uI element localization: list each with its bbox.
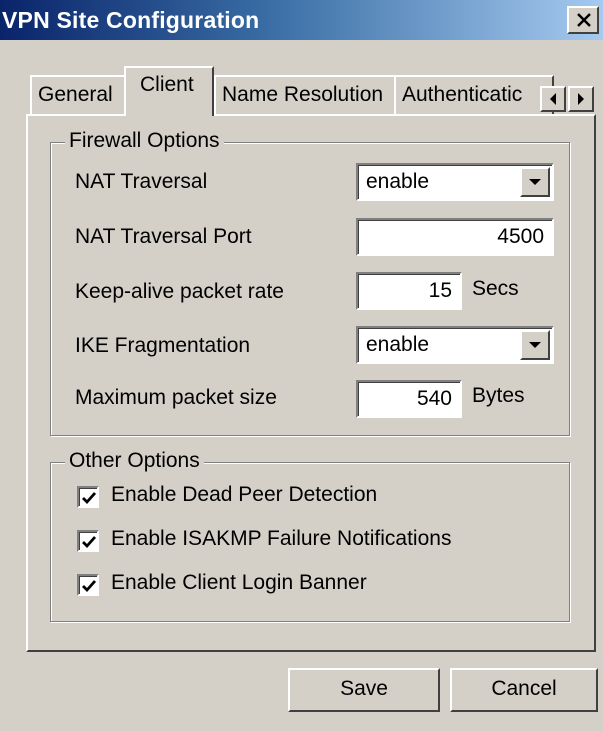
firewall-options-title: Firewall Options bbox=[65, 129, 224, 153]
keepalive-rate-input[interactable]: 15 bbox=[356, 272, 462, 310]
save-button[interactable]: Save bbox=[288, 668, 440, 712]
tab-scroll-right-button[interactable] bbox=[568, 86, 594, 112]
max-packet-size-input[interactable]: 540 bbox=[356, 380, 462, 418]
close-button[interactable] bbox=[567, 6, 599, 34]
keepalive-unit: Secs bbox=[472, 277, 519, 300]
client-login-banner-label: Enable Client Login Banner bbox=[111, 571, 367, 594]
max-packet-size-unit: Bytes bbox=[472, 384, 525, 407]
tab-general[interactable]: General bbox=[30, 75, 126, 115]
max-packet-size-label: Maximum packet size bbox=[75, 386, 277, 409]
ike-fragmentation-select[interactable]: enable bbox=[356, 326, 554, 364]
keepalive-rate-label: Keep-alive packet rate bbox=[75, 280, 284, 303]
close-icon bbox=[577, 13, 591, 27]
nat-traversal-dropdown-button[interactable] bbox=[520, 167, 550, 197]
tab-client-label: Client bbox=[140, 73, 194, 96]
tab-name-resolution[interactable]: Name Resolution bbox=[214, 75, 396, 115]
checkmark-icon bbox=[82, 580, 97, 593]
tab-scroll-left-button[interactable] bbox=[540, 86, 566, 112]
checkmark-icon bbox=[82, 536, 97, 549]
isakmp-failure-notifications-checkbox[interactable] bbox=[77, 530, 99, 552]
max-packet-size-value: 540 bbox=[416, 387, 452, 410]
dropdown-arrow-icon bbox=[529, 342, 541, 348]
vpn-config-dialog: VPN Site Configuration General Client Na… bbox=[0, 0, 603, 731]
tab-client[interactable]: Client bbox=[124, 66, 214, 116]
cancel-button[interactable]: Cancel bbox=[450, 668, 598, 712]
nat-traversal-port-input[interactable]: 4500 bbox=[356, 218, 554, 256]
nat-traversal-port-value: 4500 bbox=[497, 225, 544, 248]
tab-authentication-label: Authenticatic bbox=[402, 83, 523, 106]
keepalive-rate-value: 15 bbox=[428, 279, 452, 302]
dead-peer-detection-label: Enable Dead Peer Detection bbox=[111, 483, 378, 506]
tab-name-resolution-label: Name Resolution bbox=[222, 83, 384, 106]
dead-peer-detection-checkbox[interactable] bbox=[77, 486, 99, 508]
nat-traversal-port-label: NAT Traversal Port bbox=[75, 225, 252, 248]
tab-authentication[interactable]: Authenticatic bbox=[394, 75, 554, 115]
ike-fragmentation-dropdown-button[interactable] bbox=[520, 330, 550, 360]
scroll-right-icon bbox=[578, 93, 584, 105]
nat-traversal-select[interactable]: enable bbox=[356, 163, 554, 201]
isakmp-failure-notifications-label: Enable ISAKMP Failure Notifications bbox=[111, 527, 452, 550]
other-options-title: Other Options bbox=[65, 449, 204, 473]
dropdown-arrow-icon bbox=[529, 179, 541, 185]
nat-traversal-label: NAT Traversal bbox=[75, 170, 208, 193]
scroll-left-icon bbox=[550, 93, 556, 105]
ike-fragmentation-value: enable bbox=[366, 333, 430, 356]
checkmark-icon bbox=[82, 492, 97, 505]
tab-general-label: General bbox=[38, 83, 113, 106]
title-bar[interactable]: VPN Site Configuration bbox=[0, 0, 603, 40]
client-login-banner-checkbox[interactable] bbox=[77, 574, 99, 596]
window-title: VPN Site Configuration bbox=[2, 7, 260, 33]
nat-traversal-value: enable bbox=[366, 170, 430, 193]
ike-fragmentation-label: IKE Fragmentation bbox=[75, 334, 251, 357]
